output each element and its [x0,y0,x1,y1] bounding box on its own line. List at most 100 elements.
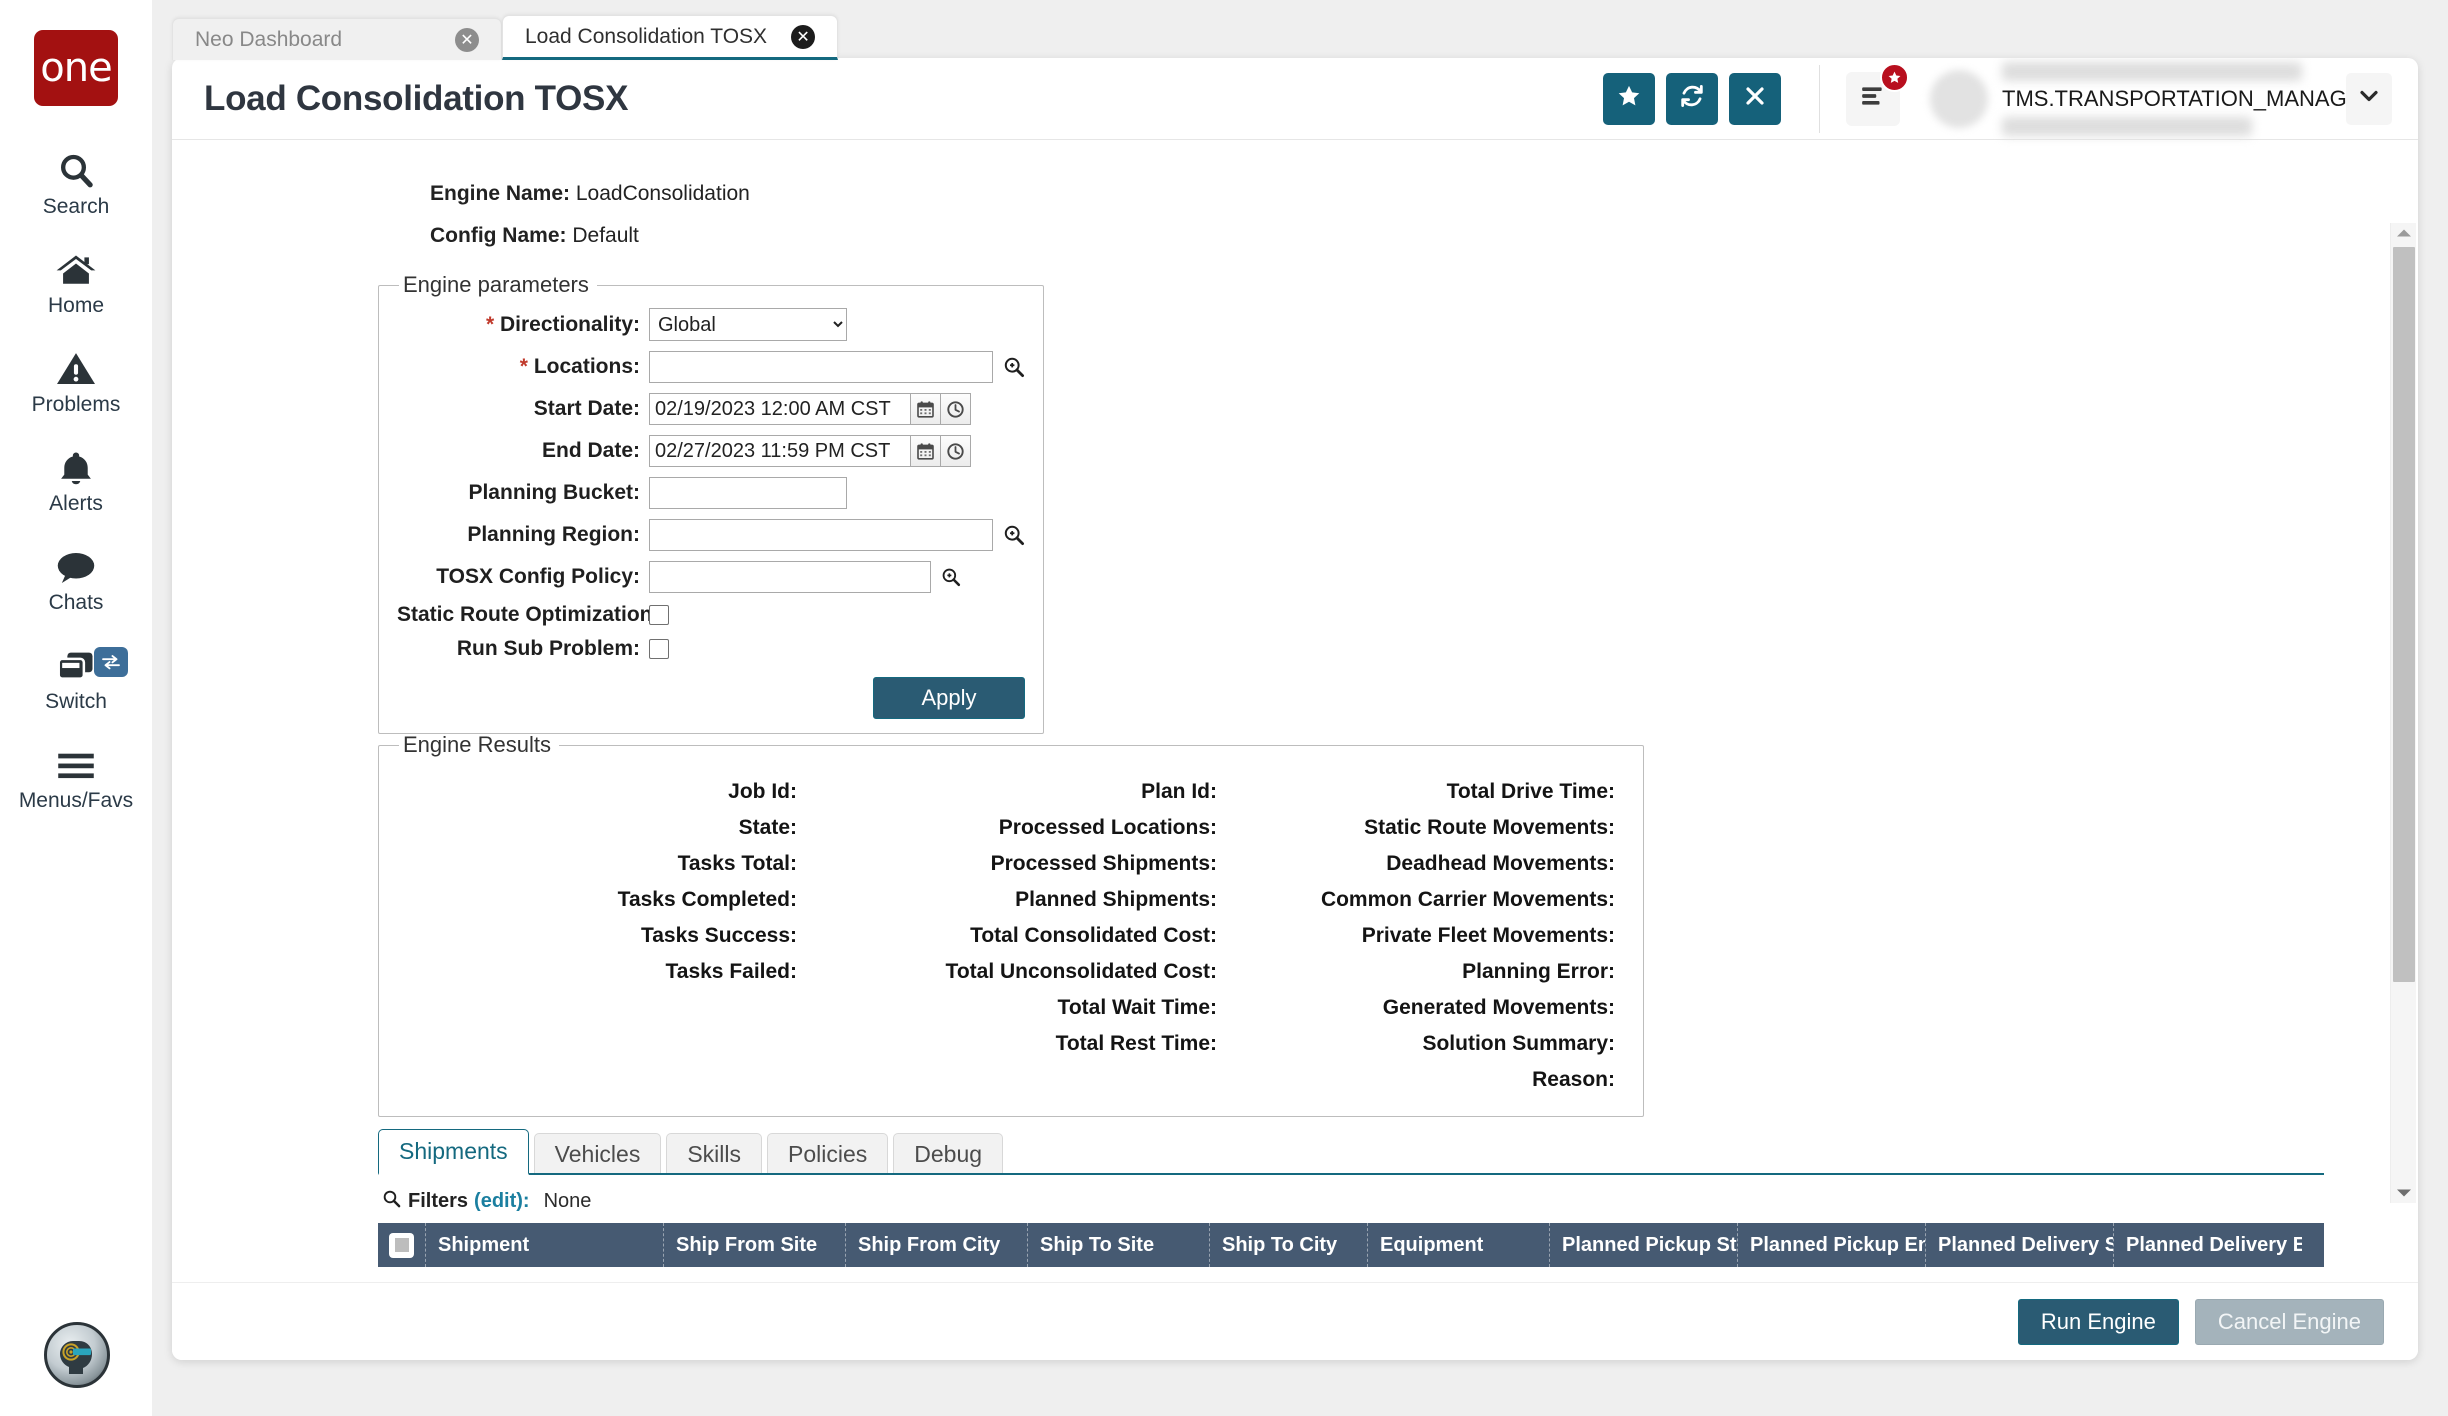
engine-results-grid: Job Id: State: Tasks Total: Tasks Comple… [397,768,1625,1098]
apply-button[interactable]: Apply [873,677,1025,719]
sidebar-item-search[interactable]: Search [0,150,152,219]
tab-label: Debug [914,1141,982,1168]
directionality-select[interactable]: Global [649,308,847,341]
sidebar-item-home[interactable]: Home [0,249,152,318]
column-header-planned-pickup-end[interactable]: Planned Pickup End [1738,1223,1926,1267]
result-row: Total Unconsolidated Cost: [797,954,1217,990]
magnifier-plus-icon[interactable] [1003,524,1025,546]
sidebar-item-switch[interactable]: Switch [0,645,152,714]
end-date-input[interactable] [649,435,911,467]
vertical-scrollbar[interactable] [2390,223,2416,1203]
required-marker: * [520,355,528,378]
result-label: Private Fleet Movements: [1362,924,1615,948]
scroll-down-arrow-icon[interactable] [2396,1183,2412,1203]
tosx-config-policy-input[interactable] [649,561,931,593]
header-actions: TMS.TRANSPORTATION_MANAGER [1592,62,2392,136]
column-header-ship-to-site[interactable]: Ship To Site [1028,1223,1210,1267]
result-label: Plan Id: [1141,780,1217,804]
planning-bucket-label: Planning Bucket: [397,481,649,505]
planning-bucket-input[interactable] [649,477,847,509]
field-locations: * Locations: [397,351,1025,383]
result-label: Tasks Success: [641,924,797,948]
browser-tab-neo-dashboard[interactable]: Neo Dashboard ✕ [172,18,502,60]
field-start-date: Start Date: [397,393,1025,425]
column-header-planned-delivery-start[interactable]: Planned Delivery S... [1926,1223,2114,1267]
user-menu-toggle[interactable] [2346,73,2392,125]
column-header-ship-from-city[interactable]: Ship From City [846,1223,1028,1267]
result-row: Private Fleet Movements: [1217,918,1615,954]
engine-parameters-group: Engine parameters * Directionality: Glob… [378,272,1044,734]
scrollbar-thumb[interactable] [2393,247,2415,982]
tab-skills[interactable]: Skills [666,1133,762,1175]
static-route-optimization-checkbox[interactable] [649,605,669,625]
tab-debug[interactable]: Debug [893,1133,1003,1175]
favorite-button[interactable] [1603,73,1655,125]
checkbox-indeterminate-icon[interactable] [389,1233,414,1258]
sidebar-item-chats[interactable]: Chats [0,546,152,615]
planning-region-input[interactable] [649,519,993,551]
clock-icon[interactable] [941,393,971,425]
browser-tab-load-consolidation-tosx[interactable]: Load Consolidation TOSX ✕ [502,15,838,60]
column-header-ship-to-city[interactable]: Ship To City [1210,1223,1368,1267]
warning-triangle-icon [55,348,97,390]
select-all-cell[interactable] [378,1223,426,1267]
menu-favorites-button[interactable] [1846,72,1900,126]
clock-icon[interactable] [941,435,971,467]
tosx-config-policy-label: TOSX Config Policy: [397,565,649,589]
scrollbar-track[interactable] [2391,243,2416,1183]
sidebar-item-menus-favs[interactable]: Menus/Favs [0,744,152,813]
label-text: Directionality: [500,313,640,336]
filters-label: Filters [408,1190,468,1213]
magnifier-plus-icon[interactable] [941,567,961,587]
close-circle-icon[interactable]: ✕ [791,25,815,49]
scroll-up-arrow-icon[interactable] [2396,223,2412,243]
engine-name-row: Engine Name: LoadConsolidation [430,182,2418,206]
field-tosx-config-policy: TOSX Config Policy: [397,561,1025,593]
result-label: Tasks Completed: [618,888,797,912]
header-divider [1819,65,1820,133]
locations-label: * Locations: [397,355,649,379]
application-window: one Search Home Problems Alerts [0,0,2448,1416]
run-engine-button[interactable]: Run Engine [2018,1299,2179,1345]
result-label: Planned Shipments: [1015,888,1217,912]
close-button[interactable] [1729,73,1781,125]
cancel-engine-button: Cancel Engine [2195,1299,2384,1345]
result-row: Tasks Completed: [397,882,797,918]
result-label: Deadhead Movements: [1386,852,1615,876]
tab-label: Load Consolidation TOSX [525,25,767,49]
results-column-3: Total Drive Time: Static Route Movements… [1217,774,1615,1098]
app-logo[interactable]: one [34,30,118,106]
calendar-icon[interactable] [911,393,941,425]
sidebar-item-problems[interactable]: Problems [0,348,152,417]
chat-bubble-icon [54,546,98,588]
refresh-button[interactable] [1666,73,1718,125]
column-header-planned-pickup-start[interactable]: Planned Pickup St... [1550,1223,1738,1267]
run-sub-problem-checkbox[interactable] [649,639,669,659]
refresh-icon [1679,83,1705,114]
filters-edit-link[interactable]: (edit): [474,1190,530,1213]
robot-assistant-avatar[interactable] [44,1322,110,1388]
sidebar-item-label: Switch [45,690,107,714]
result-row: Total Wait Time: [797,990,1217,1026]
calendar-icon[interactable] [911,435,941,467]
browser-tab-bar: Neo Dashboard ✕ Load Consolidation TOSX … [172,16,838,60]
column-header-ship-from-site[interactable]: Ship From Site [664,1223,846,1267]
start-date-input[interactable] [649,393,911,425]
sidebar-item-alerts[interactable]: Alerts [0,447,152,516]
close-circle-icon[interactable]: ✕ [455,28,479,52]
tab-vehicles[interactable]: Vehicles [534,1133,662,1175]
column-header-shipment[interactable]: Shipment [426,1223,664,1267]
sidebar-item-label: Home [48,294,104,318]
magnifier-plus-icon[interactable] [1003,356,1025,378]
column-header-equipment[interactable]: Equipment [1368,1223,1550,1267]
swap-arrows-icon[interactable] [94,647,128,677]
result-row: Processed Locations: [797,810,1217,846]
avatar[interactable] [1930,70,1988,128]
column-header-planned-delivery-end[interactable]: Planned Delivery E... [2114,1223,2302,1267]
shipments-table-header: Shipment Ship From Site Ship From City S… [378,1223,2324,1267]
sub-tab-bar: Shipments Vehicles Skills Policies Debug [378,1129,2324,1175]
tab-policies[interactable]: Policies [767,1133,888,1175]
result-row: Static Route Movements: [1217,810,1615,846]
tab-shipments[interactable]: Shipments [378,1129,529,1175]
locations-input[interactable] [649,351,993,383]
